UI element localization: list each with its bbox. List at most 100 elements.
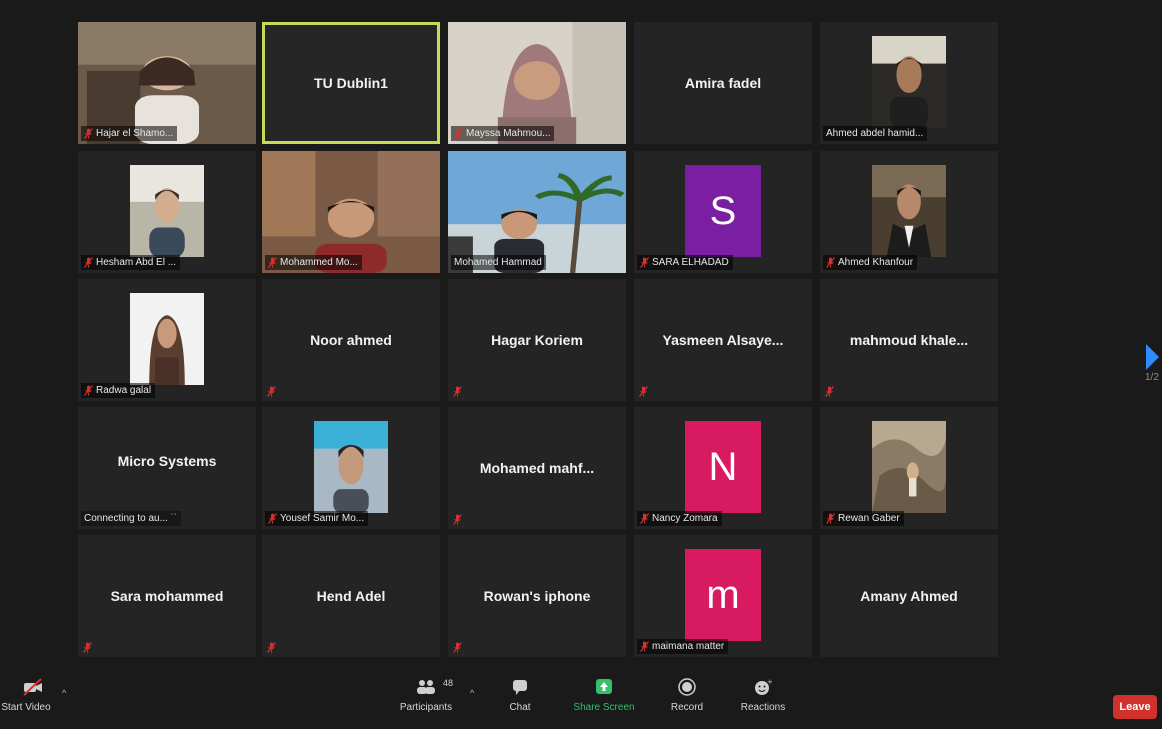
participant-avatar: m [685, 549, 761, 641]
participant-video [872, 165, 946, 257]
participant-tile[interactable]: Hajar el Shamo... [78, 22, 256, 144]
participant-name: Yousef Samir Mo... [280, 513, 365, 524]
muted-mic-icon [84, 385, 93, 396]
participant-video [872, 36, 946, 128]
muted-mic-icon [453, 384, 462, 397]
participant-tile[interactable]: Radwa galal [78, 279, 256, 401]
participant-tile[interactable]: Hagar Koriem [448, 279, 626, 401]
participant-name: Hagar Koriem [491, 332, 583, 348]
participant-avatar: S [685, 165, 761, 257]
video-options-caret-icon[interactable]: ^ [62, 688, 66, 698]
reactions-button[interactable]: + Reactions [734, 678, 792, 713]
muted-mic-icon [267, 640, 276, 653]
participant-tile[interactable]: Yousef Samir Mo... [262, 407, 440, 529]
muted-mic-icon [83, 640, 92, 653]
muted-mic-icon [268, 257, 277, 268]
participant-name: Hesham Abd El ... [96, 257, 177, 268]
muted-mic-icon [453, 640, 462, 653]
participant-name: mahmoud khale... [849, 332, 969, 348]
participant-nametag: maimana matter [637, 639, 729, 654]
participant-name: Ahmed abdel hamid... [826, 128, 924, 139]
participant-tile[interactable]: TU Dublin1 [262, 22, 440, 144]
participant-avatar: N [685, 421, 761, 513]
participant-tile[interactable]: Noor ahmed [262, 279, 440, 401]
video-off-icon [23, 678, 42, 696]
participant-tile[interactable]: Hend Adel [262, 535, 440, 657]
participant-name: Mohammed Mo... [280, 257, 358, 268]
participant-nametag: Ahmed abdel hamid... [823, 126, 928, 141]
share-screen-label: Share Screen [573, 702, 635, 713]
participant-name: Hajar el Shamo... [96, 128, 174, 139]
participant-tile[interactable]: Mohamed mahf... [448, 407, 626, 529]
participant-tile[interactable]: S SARA ELHADAD [634, 151, 812, 273]
participants-count: 48 [443, 678, 454, 688]
participant-name: Rowan's iphone [483, 588, 591, 604]
participant-nametag: Rewan Gaber [823, 511, 904, 526]
muted-mic-icon [268, 513, 277, 524]
participants-options-caret-icon[interactable]: ^ [470, 688, 474, 698]
participant-nametag: Ahmed Khanfour [823, 255, 918, 270]
participant-name: Yasmeen Alsaye... [662, 332, 784, 348]
participant-nametag: Mohamed Hammad [451, 255, 546, 270]
participant-nametag: Nancy Zomara [637, 511, 722, 526]
participant-name: Noor ahmed [310, 332, 392, 348]
participant-name: Hend Adel [316, 588, 386, 604]
muted-mic-icon [454, 128, 463, 139]
audio-status: Connecting to au... ˙˙ [81, 511, 182, 526]
participant-name: maimana matter [652, 641, 725, 652]
participant-name: Mohamed mahf... [479, 460, 595, 476]
start-video-button[interactable]: Start Video [1, 678, 62, 713]
muted-mic-icon [640, 257, 649, 268]
participants-icon [417, 680, 435, 694]
leave-button[interactable]: Leave [1113, 695, 1157, 719]
participant-tile[interactable]: Yasmeen Alsaye... [634, 279, 812, 401]
participant-tile[interactable]: Sara mohammed [78, 535, 256, 657]
participants-label: Participants [399, 702, 453, 713]
participant-tile[interactable]: m maimana matter [634, 535, 812, 657]
muted-mic-icon [826, 513, 835, 524]
participant-tile[interactable]: N Nancy Zomara [634, 407, 812, 529]
participant-nametag: Hesham Abd El ... [81, 255, 181, 270]
page-indicator: 1/2 [1145, 372, 1159, 383]
participant-tile[interactable]: Amany Ahmed [820, 535, 998, 657]
participant-nametag: Yousef Samir Mo... [265, 511, 369, 526]
participant-tile[interactable]: Amira fadel [634, 22, 812, 144]
participant-tile[interactable]: Hesham Abd El ... [78, 151, 256, 273]
participant-name: Nancy Zomara [652, 513, 718, 524]
record-label: Record [670, 702, 704, 713]
participant-name: Sara mohammed [110, 588, 224, 604]
muted-mic-icon [640, 641, 649, 652]
participant-name: Amany Ahmed [860, 588, 958, 604]
participant-nametag: Mohammed Mo... [265, 255, 362, 270]
participant-tile[interactable]: Mayssa Mahmou... [448, 22, 626, 144]
start-video-label: Start Video [1, 702, 51, 713]
chat-button[interactable]: Chat [498, 678, 542, 713]
participant-tile[interactable]: Ahmed Khanfour [820, 151, 998, 273]
participant-nametag: Mayssa Mahmou... [451, 126, 555, 141]
meeting-gallery-view: Hajar el Shamo... TU Dublin1 Mayssa Mahmou… [0, 0, 1162, 729]
muted-mic-icon [639, 384, 648, 397]
reactions-label: Reactions [740, 702, 786, 713]
muted-mic-icon [267, 384, 276, 397]
muted-mic-icon [826, 257, 835, 268]
participant-tile[interactable]: Micro Systems Connecting to au... ˙˙ [78, 407, 256, 529]
participant-nametag: Hajar el Shamo... [81, 126, 178, 141]
participant-name: Mayssa Mahmou... [466, 128, 551, 139]
participant-name: Amira fadel [684, 75, 762, 91]
share-screen-button[interactable]: Share Screen [570, 678, 638, 713]
svg-text:+: + [767, 678, 773, 686]
participant-tile[interactable]: mahmoud khale... [820, 279, 998, 401]
meeting-toolbar: Start Video ^ Participants 48 ^ Chat Sha… [0, 664, 1162, 729]
participant-tile[interactable]: Mohammed Mo... [262, 151, 440, 273]
record-icon [678, 678, 696, 696]
record-button[interactable]: Record [664, 678, 710, 713]
participant-tile[interactable]: Ahmed abdel hamid... [820, 22, 998, 144]
participant-tile[interactable]: Rewan Gaber [820, 407, 998, 529]
participant-video [314, 421, 388, 513]
participant-name: Radwa galal [96, 385, 152, 396]
chat-icon [513, 680, 527, 695]
participant-tile[interactable]: Mohamed Hammad [448, 151, 626, 273]
muted-mic-icon [640, 513, 649, 524]
participant-tile[interactable]: Rowan's iphone [448, 535, 626, 657]
participant-name: Micro Systems [117, 452, 217, 469]
